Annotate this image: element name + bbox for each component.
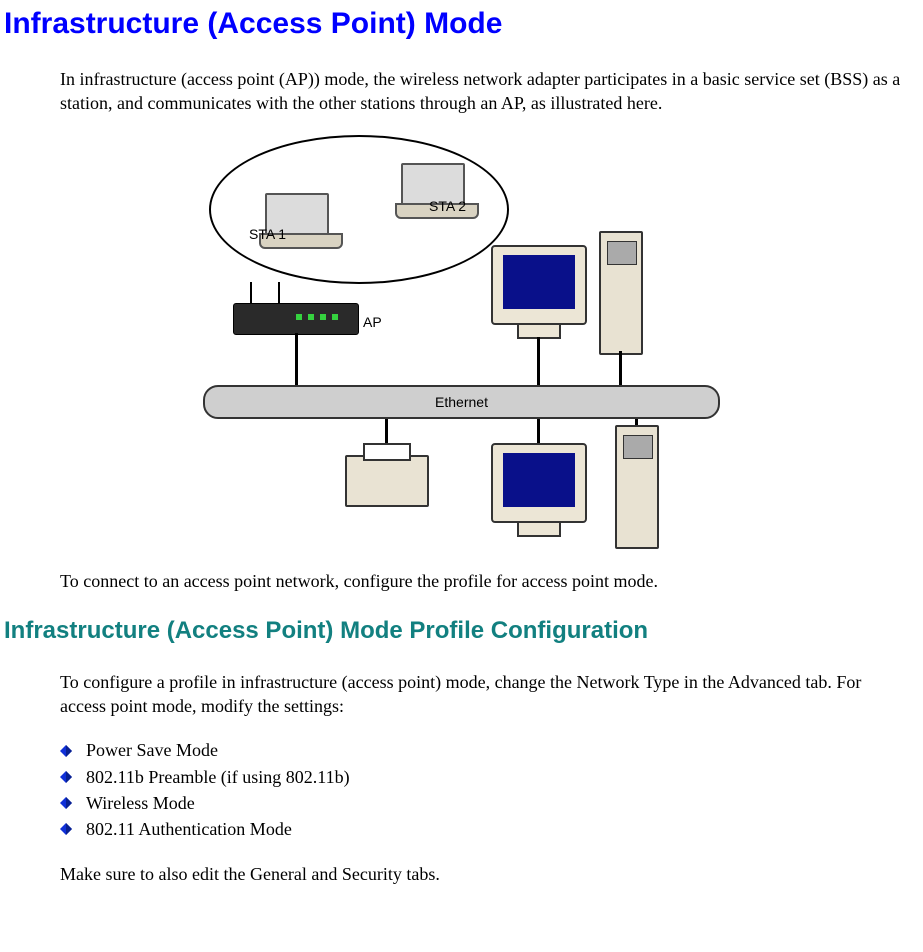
bullet-icon (60, 745, 72, 757)
bullet-icon (60, 797, 72, 809)
desktop-2-monitor-icon (491, 443, 587, 523)
label-sta1: STA 1 (249, 225, 286, 244)
paragraph-configure: To configure a profile in infrastructure… (60, 670, 905, 719)
paragraph-connect: To connect to an access point network, c… (60, 569, 905, 593)
desktop-2-stand-icon (517, 521, 561, 537)
label-sta2: STA 2 (429, 197, 466, 216)
cable-desktop2-icon (537, 417, 540, 443)
document-page: Infrastructure (Access Point) Mode In in… (0, 4, 923, 946)
after-diagram-block: To connect to an access point network, c… (60, 569, 905, 593)
list-item: Wireless Mode (60, 791, 905, 815)
list-item: Power Save Mode (60, 738, 905, 762)
paragraph-also-edit: Make sure to also edit the General and S… (60, 862, 905, 886)
desktop-2-tower-icon (615, 425, 659, 549)
desktop-1-monitor-icon (491, 245, 587, 325)
cable-tower1-icon (619, 351, 622, 385)
list-item-label: Wireless Mode (86, 791, 195, 815)
list-item-label: Power Save Mode (86, 738, 218, 762)
cable-ap-icon (295, 333, 298, 385)
list-item: 802.11b Preamble (if using 802.11b) (60, 765, 905, 789)
access-point-icon (233, 303, 359, 335)
label-ap: AP (363, 313, 382, 332)
heading-infrastructure-mode: Infrastructure (Access Point) Mode (4, 4, 923, 45)
cable-desktop1-icon (537, 337, 540, 385)
desktop-1-tower-icon (599, 231, 643, 355)
printer-icon (345, 455, 429, 507)
config-block: To configure a profile in infrastructure… (60, 670, 905, 886)
list-item-label: 802.11b Preamble (if using 802.11b) (86, 765, 350, 789)
list-item: 802.11 Authentication Mode (60, 817, 905, 841)
ethernet-pipe-icon: Ethernet (203, 385, 720, 419)
bullet-icon (60, 823, 72, 835)
heading-profile-configuration: Infrastructure (Access Point) Mode Profi… (4, 615, 923, 647)
label-ethernet: Ethernet (435, 393, 488, 412)
list-item-label: 802.11 Authentication Mode (86, 817, 292, 841)
settings-list: Power Save Mode 802.11b Preamble (if usi… (60, 738, 905, 841)
paragraph-intro: In infrastructure (access point (AP)) mo… (60, 67, 905, 116)
intro-block: In infrastructure (access point (AP)) mo… (60, 67, 905, 116)
bullet-icon (60, 771, 72, 783)
network-diagram: STA 1 STA 2 AP Ethernet (0, 135, 923, 535)
